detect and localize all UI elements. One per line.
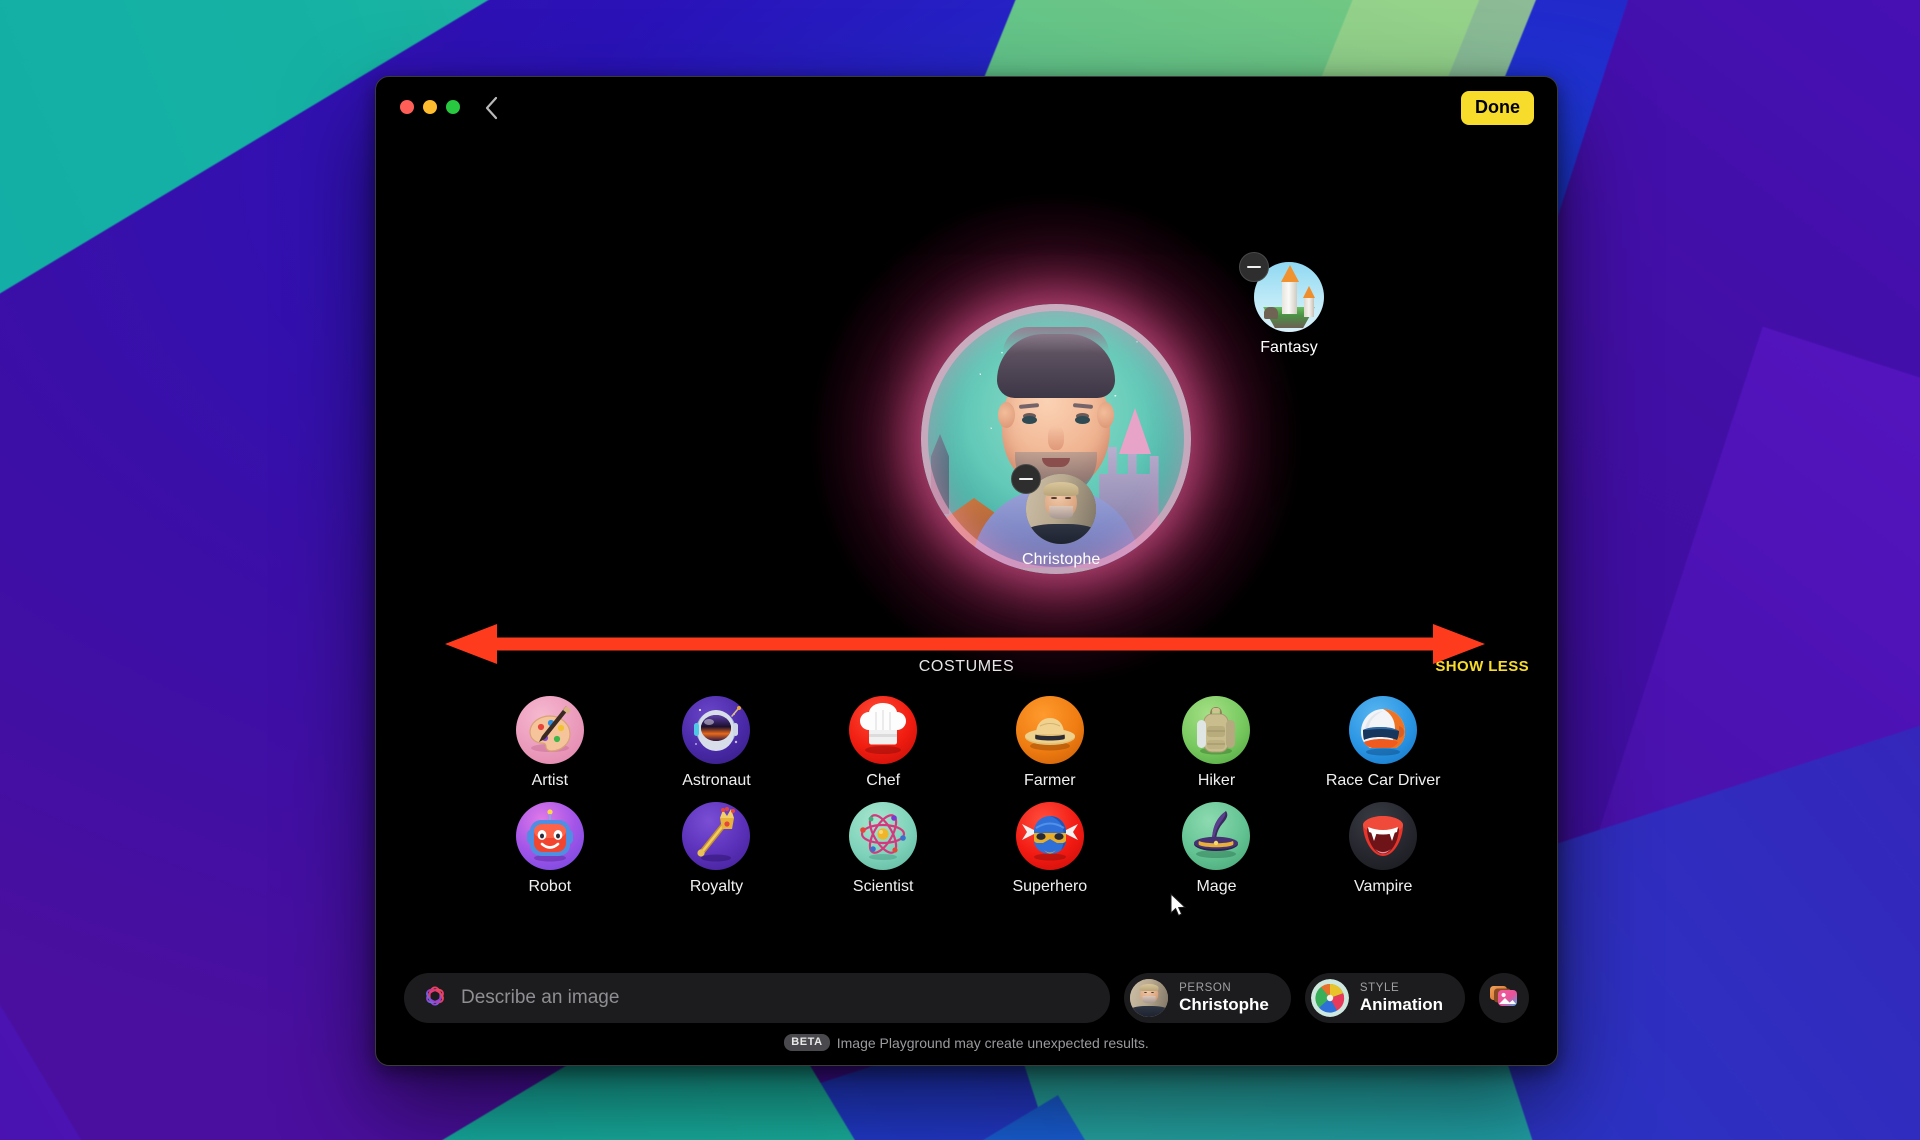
person-pill-value: Christophe (1179, 994, 1269, 1014)
costume-label: Superhero (1012, 878, 1088, 895)
person-pill-text: PERSON Christophe (1179, 982, 1269, 1014)
title-bar: Done (376, 77, 1557, 137)
costume-astronaut[interactable]: Astronaut (633, 696, 800, 790)
scepter-icon (682, 802, 751, 870)
style-pill-value: Animation (1359, 994, 1443, 1014)
costume-label: Race Car Driver (1325, 772, 1441, 789)
costume-artist[interactable]: Artist (467, 696, 634, 790)
costume-chef[interactable]: Chef (800, 696, 967, 790)
person-pill-hair (1139, 983, 1159, 992)
minimize-button[interactable] (423, 100, 437, 114)
style-pill[interactable]: STYLE Animation (1304, 973, 1465, 1023)
robot-face-icon (515, 802, 584, 870)
costume-scientist[interactable]: Scientist (800, 802, 967, 896)
canvas-chip-label: Christophe (1022, 551, 1101, 568)
racing-helmet-icon (1349, 696, 1418, 764)
prompt-placeholder-text: Describe an image (461, 987, 620, 1008)
fantasy-tower (1282, 280, 1298, 314)
person-pill-eye-left (1143, 991, 1147, 993)
costume-farmer[interactable]: Farmer (967, 696, 1134, 790)
costume-label: Robot (528, 878, 572, 895)
fantasy-tower-small-roof (1302, 286, 1315, 299)
person-pill-photo (1130, 979, 1169, 1017)
zoom-button[interactable] (446, 100, 460, 114)
straw-hat-icon (1015, 696, 1084, 764)
done-button[interactable]: Done (1461, 91, 1534, 125)
canvas-chip-fantasy[interactable]: Fantasy (1239, 252, 1328, 357)
fantasy-rock (1263, 306, 1278, 320)
costumes-title: COSTUMES (918, 658, 1015, 675)
costume-label: Farmer (1024, 772, 1076, 789)
person-pill-avatar (1130, 979, 1169, 1017)
show-less-button[interactable]: SHOW LESS (1435, 658, 1529, 675)
backpack-icon (1182, 696, 1251, 764)
costume-vampire[interactable]: Vampire (1300, 802, 1467, 896)
costume-label: Chef (866, 772, 901, 789)
fantasy-tower-roof (1280, 264, 1299, 282)
canvas-chip-label: Fantasy (1260, 339, 1318, 356)
remove-fantasy-button[interactable] (1239, 252, 1269, 282)
beta-footer: BETA Image Playground may create unexpec… (404, 1034, 1529, 1055)
costume-mage[interactable]: Mage (1133, 802, 1300, 896)
person-pill-kicker: PERSON (1179, 982, 1232, 995)
image-playground-window: Done Fantasy Christophe COSTUMES SHOW LE… (375, 76, 1558, 1066)
person-photo-beard (1049, 506, 1073, 519)
palette-icon (515, 696, 584, 764)
animation-style-icon (1310, 979, 1349, 1017)
photos-library-icon (1489, 983, 1519, 1014)
vampire-mouth-icon (1349, 802, 1418, 870)
costume-label: Royalty (689, 878, 744, 895)
bottom-bar: Describe an image PERSON Christophe STYL… (376, 973, 1557, 1065)
wizard-hat-icon (1182, 802, 1251, 870)
costumes-header: COSTUMES SHOW LESS (376, 656, 1557, 686)
person-photo-hair (1043, 482, 1079, 497)
costume-royalty[interactable]: Royalty (633, 802, 800, 896)
person-photo-shirt (1026, 524, 1096, 544)
prompt-input-field[interactable]: Describe an image (404, 973, 1111, 1023)
style-pill-kicker: STYLE (1359, 982, 1400, 995)
close-button[interactable] (400, 100, 414, 114)
fantasy-tower-small (1304, 297, 1315, 317)
costume-label: Scientist (852, 878, 914, 895)
beta-badge: BETA (784, 1034, 830, 1051)
costumes-grid: Artist Astronaut Chef Farmer Hiker Race … (467, 696, 1467, 896)
person-pill[interactable]: PERSON Christophe (1124, 973, 1291, 1023)
person-pill-beard (1142, 996, 1156, 1004)
atom-icon (849, 802, 918, 870)
person-pill-shirt (1130, 1006, 1169, 1017)
costume-label: Artist (531, 772, 569, 789)
back-chevron-icon[interactable] (477, 93, 507, 123)
preview-canvas: Fantasy Christophe (376, 137, 1557, 679)
costume-hiker[interactable]: Hiker (1133, 696, 1300, 790)
apple-intelligence-icon (422, 983, 448, 1014)
beta-footer-text: Image Playground may create unexpected r… (836, 1034, 1149, 1051)
costume-robot[interactable]: Robot (467, 802, 634, 896)
space-helmet-icon (682, 696, 751, 764)
canvas-chip-christophe[interactable]: Christophe (1011, 464, 1101, 569)
chef-hat-icon (849, 696, 918, 764)
bottom-controls-row: Describe an image PERSON Christophe STYL… (404, 973, 1529, 1023)
costume-race-car-driver[interactable]: Race Car Driver (1300, 696, 1467, 790)
costume-label: Vampire (1353, 878, 1413, 895)
window-controls (400, 100, 460, 114)
costume-label: Astronaut (682, 772, 751, 789)
costumes-section: COSTUMES SHOW LESS Artist Astronaut Chef… (376, 652, 1557, 896)
style-pill-text: STYLE Animation (1360, 982, 1443, 1014)
costume-label: Hiker (1197, 772, 1236, 789)
remove-christophe-button[interactable] (1011, 464, 1041, 494)
costume-label: Mage (1196, 878, 1237, 895)
photos-library-button[interactable] (1479, 973, 1529, 1023)
costume-superhero[interactable]: Superhero (967, 802, 1134, 896)
superhero-mask-icon (1015, 802, 1084, 870)
